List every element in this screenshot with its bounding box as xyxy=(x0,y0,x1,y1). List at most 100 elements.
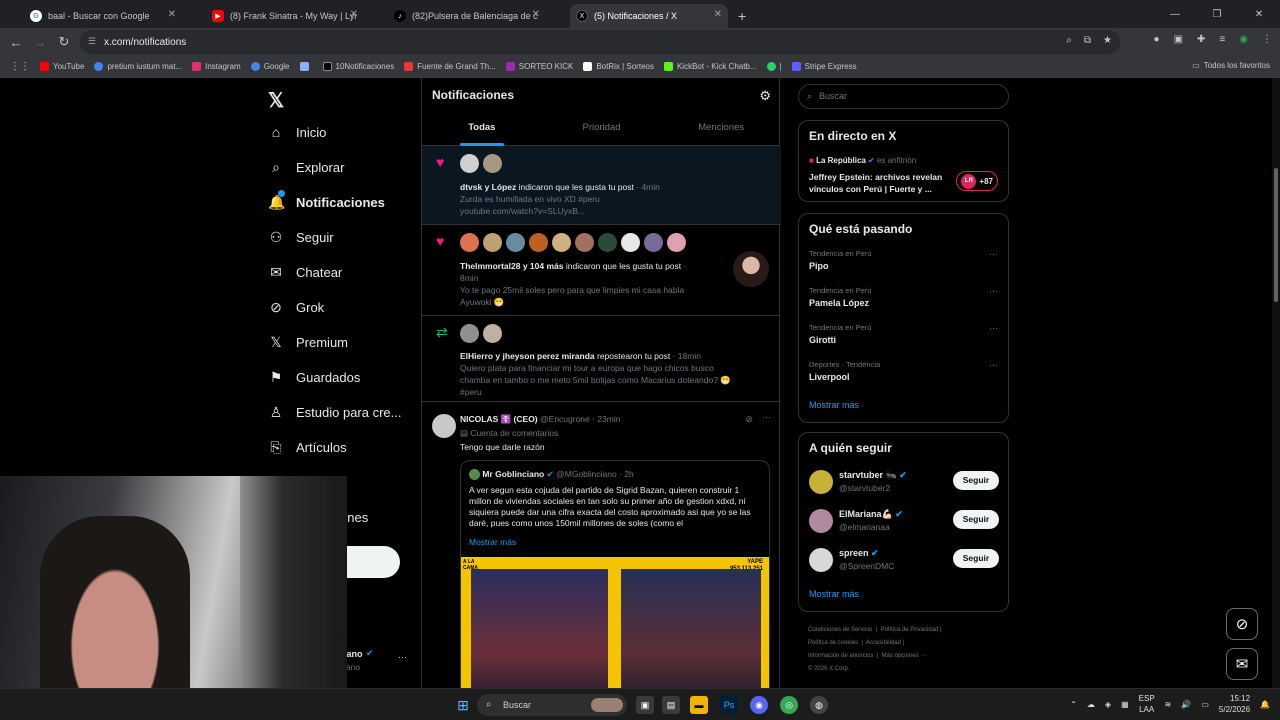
mention-post[interactable]: NICOLAS ☦️ (CEO) @Encugrone · 23min ⊘ ··… xyxy=(422,408,781,688)
bookmark-google[interactable]: Google xyxy=(250,62,290,71)
follow-suggestion[interactable]: spreen ✔ @SpreenDMC Seguir xyxy=(809,546,999,576)
more-icon[interactable]: ··· xyxy=(398,652,407,662)
close-tab-icon[interactable]: ✕ xyxy=(714,9,722,20)
windows-start-icon[interactable]: ⊞ xyxy=(454,696,472,714)
follow-button[interactable]: Seguir xyxy=(953,549,999,568)
browser-tab-youtube[interactable]: ▶ (8) Frank Sinatra - My Way | Lyr ✕ xyxy=(206,4,364,28)
nav-seguir[interactable]: ⚇ Seguir xyxy=(268,229,334,246)
more-icon[interactable]: ··· xyxy=(989,249,998,259)
avatar[interactable] xyxy=(460,324,479,343)
apps-icon[interactable]: ⋮⋮ xyxy=(10,61,30,72)
nav-explorar[interactable]: ⌕ Explorar xyxy=(268,159,344,176)
discord-icon[interactable]: ◉ xyxy=(750,696,768,714)
menu-icon[interactable]: ⋮ xyxy=(1262,34,1272,45)
scrollbar-thumb[interactable] xyxy=(1274,168,1278,302)
chrome-icon[interactable]: ◎ xyxy=(780,696,798,714)
avatar[interactable] xyxy=(621,233,640,252)
tray-app-icon[interactable]: ▦ xyxy=(1121,700,1129,709)
footer-link[interactable]: Política de Privacidad xyxy=(881,627,939,633)
footer-link[interactable]: Más opciones ··· xyxy=(882,653,927,659)
avatar[interactable] xyxy=(483,233,502,252)
avatar[interactable] xyxy=(598,233,617,252)
site-info-icon[interactable]: ☰ xyxy=(88,36,96,47)
tab-todas[interactable]: Todas xyxy=(422,118,542,146)
bookmark-instagram[interactable]: Instagram xyxy=(192,62,241,71)
notification-like-1[interactable]: ♥ dtvsk y López indicaron que les gusta … xyxy=(422,146,781,225)
bookmark-sorteo-kick[interactable]: SORTEO KICK xyxy=(505,62,573,71)
avatar[interactable] xyxy=(552,233,571,252)
more-icon[interactable]: ··· xyxy=(989,323,998,333)
nav-articulos[interactable]: ⎘ Artículos xyxy=(268,439,346,456)
more-icon[interactable]: ··· xyxy=(762,412,771,422)
follow-suggestion[interactable]: ElMariana💪🏻 ✔ @elmarianaa Seguir xyxy=(809,507,999,537)
volume-icon[interactable]: 🔊 xyxy=(1181,700,1191,709)
nav-chatear[interactable]: ✉ Chatear xyxy=(268,264,342,281)
avatar[interactable] xyxy=(483,324,502,343)
grok-fab-icon[interactable]: ⊘ xyxy=(1226,608,1258,640)
battery-icon[interactable]: ▭ xyxy=(1201,700,1209,709)
chevron-up-icon[interactable]: ⌃ xyxy=(1070,700,1077,709)
media-icon[interactable]: ≡ xyxy=(1219,34,1225,45)
nav-inicio[interactable]: ⌂ Inicio xyxy=(268,124,327,140)
new-tab-button[interactable]: + xyxy=(738,4,746,28)
app-icon[interactable]: ▤ xyxy=(662,696,680,714)
more-icon[interactable]: ··· xyxy=(989,360,998,370)
actor-names[interactable]: TheImmortal28 y 104 más xyxy=(460,261,563,271)
show-more-link[interactable]: Mostrar más xyxy=(809,589,859,599)
quote-author[interactable]: Mr Goblinciano xyxy=(482,469,544,479)
close-tab-icon[interactable]: ✕ xyxy=(532,9,540,20)
obs-icon[interactable]: ◍ xyxy=(810,696,828,714)
nav-guardados[interactable]: ⚑ Guardados xyxy=(268,369,361,386)
clock[interactable]: 15:12 5/2/2026 xyxy=(1219,693,1250,715)
photoshop-icon[interactable]: Ps xyxy=(720,696,738,714)
avatar[interactable] xyxy=(809,509,833,533)
author-name[interactable]: NICOLAS ☦️ (CEO) xyxy=(460,414,538,424)
follow-suggestion[interactable]: starvtuber 🐜 ✔ @starvtuber2 Seguir xyxy=(809,468,999,498)
show-more-link[interactable]: Mostrar más xyxy=(809,400,859,410)
live-host[interactable]: ■ La República ✔ es anfitrión xyxy=(809,156,916,165)
avatar[interactable] xyxy=(529,233,548,252)
actor-names[interactable]: ElHierro y jheyson perez miranda xyxy=(460,351,595,361)
account-switcher[interactable]: iano ✔ iano ··· xyxy=(344,648,414,678)
quote-image[interactable]: YAPE953 113 251 A LA CAMA xyxy=(461,557,769,688)
messages-fab-icon[interactable]: ✉ xyxy=(1226,648,1258,680)
avatar[interactable] xyxy=(432,414,456,438)
nav-premium[interactable]: 𝕏 Premium xyxy=(268,334,348,351)
browser-tab-tiktok[interactable]: ♪ (82)Pulsera de Balenciaga de c ✕ xyxy=(388,4,546,28)
avatar[interactable] xyxy=(506,233,525,252)
follow-button[interactable]: Seguir xyxy=(953,510,999,529)
avatar[interactable] xyxy=(460,233,479,252)
browser-tab-x-notifications[interactable]: X (5) Notificaciones / X ✕ xyxy=(570,4,728,28)
task-view-icon[interactable]: ▣ xyxy=(636,696,654,714)
bookmark-youtube[interactable]: YouTube xyxy=(40,62,84,71)
nav-estudio[interactable]: ♙ Estudio para cre... xyxy=(268,404,402,421)
bookmark-botrix[interactable]: BotRix | Sorteos xyxy=(583,62,654,71)
page-scrollbar[interactable] xyxy=(1272,78,1280,688)
bookmark-fuente-gta[interactable]: Fuente de Grand Th... xyxy=(404,62,496,71)
extension-icon[interactable]: ● xyxy=(1154,34,1160,45)
footer-link[interactable]: Accesibilidad xyxy=(866,640,901,646)
footer-link[interactable]: Condiciones de Servicio xyxy=(808,627,872,633)
puzzle-icon[interactable]: ✚ xyxy=(1197,34,1205,45)
zoom-icon[interactable]: ⌕ xyxy=(1066,35,1072,46)
bookmark-whatsapp[interactable]: | xyxy=(766,62,782,71)
live-listeners[interactable]: LR +87 xyxy=(956,171,998,191)
bookmark-stripe[interactable]: Stripe Express xyxy=(791,62,857,71)
footer-link[interactable]: Información de anuncios xyxy=(808,653,873,659)
url-field[interactable]: ☰ x.com/notifications ⌕ ⧉ ★ xyxy=(80,30,1120,54)
avatar[interactable] xyxy=(809,470,833,494)
reload-icon[interactable]: ↻ xyxy=(52,34,76,50)
bookmark-pretium[interactable]: pretium iustum mat... xyxy=(94,62,182,71)
nav-notificaciones[interactable]: 🔔 Notificaciones xyxy=(268,190,385,211)
grok-icon[interactable]: ⊘ xyxy=(745,414,753,425)
avatar[interactable] xyxy=(667,233,686,252)
star-icon[interactable]: ★ xyxy=(1103,35,1112,46)
bookmark-unnamed[interactable] xyxy=(299,62,313,71)
gear-icon[interactable]: ⚙ xyxy=(759,88,771,104)
bookmark-kickbot[interactable]: KickBot - Kick Chatb... xyxy=(663,62,757,71)
post-thumbnail[interactable] xyxy=(733,251,769,287)
tab-menciones[interactable]: Menciones xyxy=(661,118,781,146)
more-icon[interactable]: ··· xyxy=(989,286,998,296)
author-handle[interactable]: @Encugrone xyxy=(540,414,590,424)
quoted-post[interactable]: Mr Goblinciano ✔ @MGoblinciano · 2h A ve… xyxy=(460,460,770,688)
